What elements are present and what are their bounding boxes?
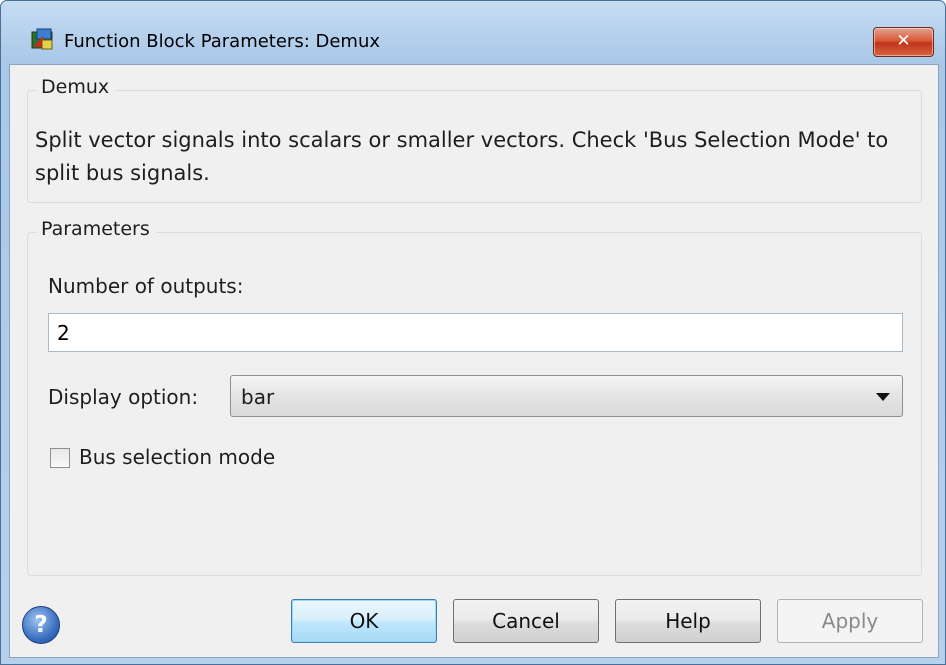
bus-selection-mode-checkbox[interactable] [50, 448, 70, 468]
number-of-outputs-label: Number of outputs: [48, 274, 244, 298]
parameters-group-title: Parameters [37, 218, 156, 240]
window-title: Function Block Parameters: Demux [64, 31, 381, 52]
bus-selection-mode-label[interactable]: Bus selection mode [79, 445, 275, 469]
chevron-down-icon [876, 393, 890, 401]
cancel-button[interactable]: Cancel [453, 599, 599, 643]
display-option-select[interactable]: bar [230, 375, 903, 417]
number-of-outputs-input[interactable] [48, 313, 903, 352]
apply-button: Apply [777, 599, 923, 643]
ok-button[interactable]: OK [291, 599, 437, 643]
display-option-value: bar [241, 385, 275, 409]
description-group-title: Demux [37, 76, 116, 98]
close-button[interactable]: ✕ [873, 27, 934, 57]
simulink-block-icon [31, 28, 53, 50]
block-description: Split vector signals into scalars or sma… [35, 128, 889, 185]
display-option-label: Display option: [48, 385, 199, 409]
help-icon[interactable]: ? [22, 606, 60, 644]
title-bar[interactable]: Function Block Parameters: Demux ✕ [1, 1, 945, 63]
help-button[interactable]: Help [615, 599, 761, 643]
